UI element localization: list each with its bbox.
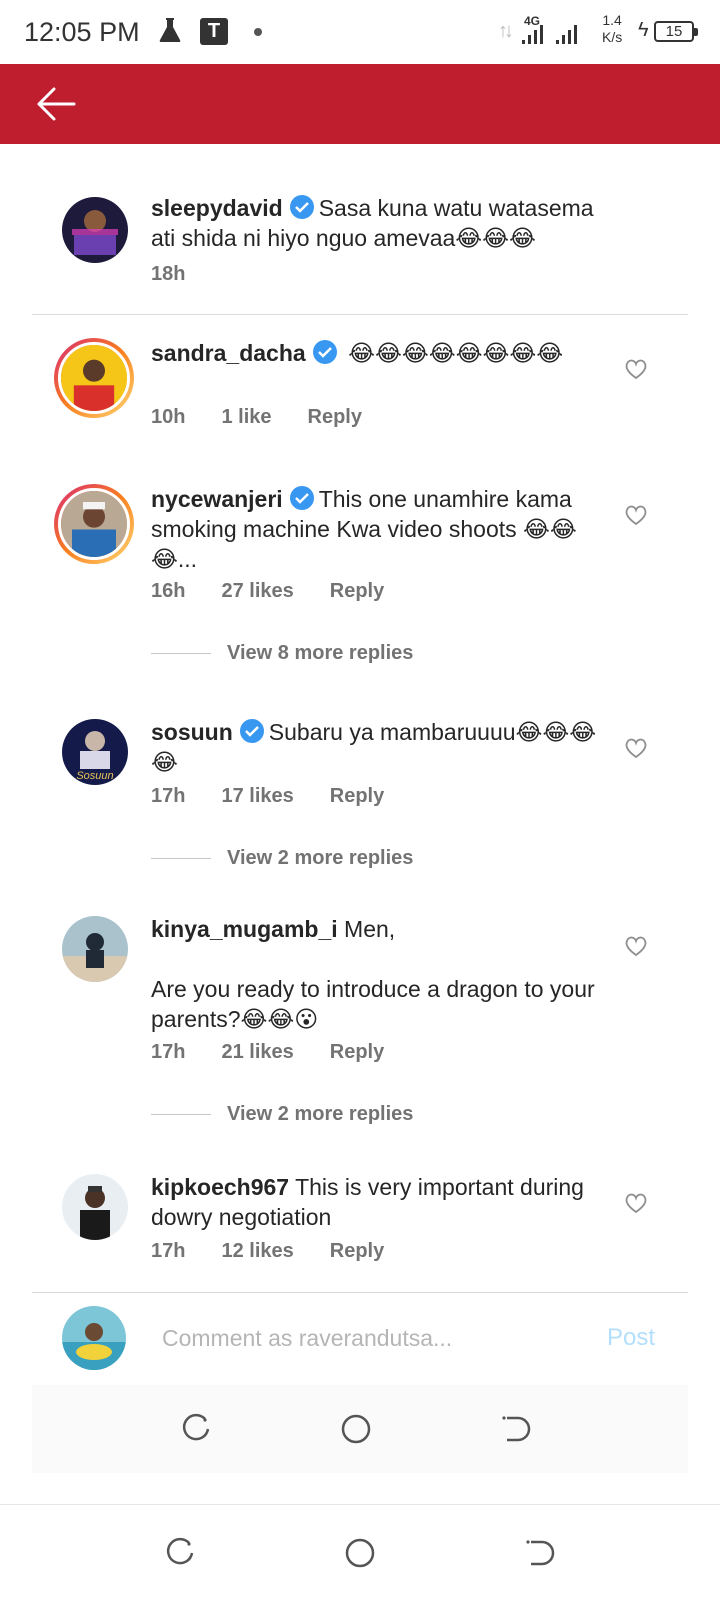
svg-text:Sosuun: Sosuun	[76, 770, 113, 782]
comment-text-line1: Men,	[344, 916, 396, 942]
reply-button[interactable]: Reply	[330, 580, 384, 602]
notification-dot	[254, 28, 262, 36]
view-more-replies[interactable]: View 8 more replies	[151, 642, 413, 665]
comment-username[interactable]: sandra_dacha	[151, 340, 306, 366]
back-icon[interactable]	[522, 1535, 558, 1571]
avatar[interactable]	[62, 1174, 128, 1240]
recent-apps-icon[interactable]	[178, 1411, 214, 1447]
recent-apps-icon[interactable]	[162, 1535, 198, 1571]
comment-username[interactable]: nycewanjeri	[151, 486, 283, 512]
view-more-line	[151, 858, 211, 860]
avatar[interactable]	[62, 197, 128, 263]
verified-badge-icon	[289, 195, 314, 219]
comment-meta: 17h 12 likes Reply	[151, 1240, 420, 1263]
view-more-replies[interactable]: View 2 more replies	[151, 1103, 413, 1126]
comment-body: nycewanjeri This one unamhire kama smokin…	[151, 484, 611, 574]
heart-icon[interactable]	[624, 1192, 648, 1214]
header-bar	[0, 64, 720, 144]
heart-icon[interactable]	[624, 935, 648, 957]
caption-divider	[32, 314, 688, 315]
verified-badge-icon	[239, 719, 264, 743]
speed-value: 1.4	[602, 12, 622, 28]
comment-time: 10h	[151, 406, 186, 428]
avatar	[58, 488, 130, 560]
reply-button[interactable]: Reply	[308, 406, 362, 428]
heart-icon[interactable]	[624, 737, 648, 759]
comment-body: sosuun Subaru ya mambaruuuu😂😂😂😂	[151, 717, 611, 777]
flask-icon	[159, 18, 181, 42]
comment-username[interactable]: kipkoech967	[151, 1174, 289, 1200]
comment-input[interactable]	[162, 1320, 562, 1356]
comment-time: 17h	[151, 1041, 186, 1063]
view-more-line	[151, 1114, 211, 1116]
comment-time: 17h	[151, 785, 186, 807]
comment-body: sandra_dacha 😂😂😂😂😂😂😂😂	[151, 338, 611, 368]
view-more-label: View 2 more replies	[227, 1103, 414, 1125]
comment-likes[interactable]: 12 likes	[221, 1240, 293, 1262]
comment-username[interactable]: sosuun	[151, 719, 233, 745]
speed-unit: K/s	[602, 29, 623, 45]
avatar-story-ring[interactable]	[54, 484, 134, 564]
data-arrows-icon: ↑↓	[498, 20, 514, 42]
comment-input-bar: Post	[0, 1292, 720, 1372]
comment-body: kinya_mugamb_i Men, Are you ready to int…	[151, 914, 611, 1034]
nav-bar-inner	[32, 1385, 688, 1473]
comment-time: 18h	[151, 263, 186, 285]
network-speed: 1.4 K/s	[602, 12, 622, 46]
user-avatar	[62, 1306, 126, 1370]
post-button[interactable]: Post	[607, 1324, 655, 1352]
avatar[interactable]: Sosuun	[62, 719, 128, 785]
comment-text-line2: Are you ready to introduce a dragon to y…	[151, 976, 595, 1032]
avatar[interactable]	[62, 916, 128, 982]
view-more-label: View 8 more replies	[227, 642, 414, 664]
reply-button[interactable]: Reply	[330, 785, 384, 807]
view-more-label: View 2 more replies	[227, 847, 414, 869]
comment-body: kipkoech967 This is very important durin…	[151, 1172, 611, 1232]
back-icon[interactable]	[498, 1411, 534, 1447]
signal-icon	[522, 25, 543, 44]
status-bar: 12:05 PM T ↑↓ 4G 1.4 K/s ϟ 15	[0, 0, 720, 64]
comment-username[interactable]: sleepydavid	[151, 195, 283, 221]
status-time: 12:05 PM	[24, 17, 140, 47]
reply-button[interactable]: Reply	[330, 1240, 384, 1262]
view-more-replies[interactable]: View 2 more replies	[151, 847, 413, 870]
comment-text: 😂😂😂😂😂😂😂😂	[348, 340, 564, 366]
avatar-story-ring[interactable]	[54, 338, 134, 418]
heart-icon[interactable]	[624, 358, 648, 380]
arrow-left-icon[interactable]	[34, 84, 78, 124]
comment-username[interactable]: kinya_mugamb_i	[151, 916, 338, 942]
comment-meta: 18h	[151, 263, 221, 286]
comment-likes[interactable]: 21 likes	[221, 1041, 293, 1063]
comment-meta: 17h 21 likes Reply	[151, 1041, 420, 1064]
verified-badge-icon	[312, 340, 337, 364]
comment-likes[interactable]: 17 likes	[221, 785, 293, 807]
comment-blank-line	[151, 944, 611, 974]
charging-icon: ϟ	[638, 19, 649, 41]
battery-icon: 15	[654, 21, 698, 42]
view-more-line	[151, 653, 211, 655]
home-icon[interactable]	[338, 1411, 374, 1447]
comment-meta: 10h 1 like Reply	[151, 406, 398, 429]
verified-badge-icon	[289, 486, 314, 510]
comment-time: 16h	[151, 580, 186, 602]
system-nav-bar	[0, 1504, 720, 1600]
home-icon[interactable]	[342, 1535, 378, 1571]
heart-icon[interactable]	[624, 504, 648, 526]
comment-likes[interactable]: 1 like	[221, 406, 271, 428]
reply-button[interactable]: Reply	[330, 1041, 384, 1063]
comment-meta: 16h 27 likes Reply	[151, 580, 420, 603]
comment-time: 17h	[151, 1240, 186, 1262]
comment-body: sleepydavid Sasa kuna watu watasema ati s…	[151, 193, 611, 253]
comment-meta: 17h 17 likes Reply	[151, 785, 420, 808]
avatar	[58, 342, 130, 414]
signal-icon-2	[556, 25, 577, 44]
comment-likes[interactable]: 27 likes	[221, 580, 293, 602]
t-app-icon: T	[200, 18, 228, 45]
